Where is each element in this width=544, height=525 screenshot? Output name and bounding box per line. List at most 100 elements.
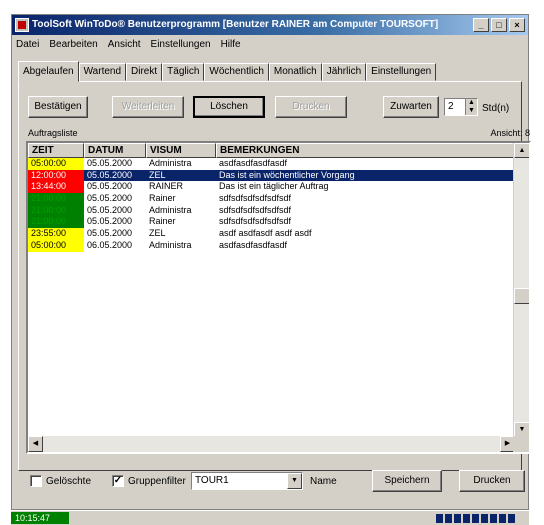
progress-block <box>472 514 479 523</box>
cell-zeit: 21:00:00 <box>28 193 84 205</box>
progress-block <box>436 514 443 523</box>
close-button[interactable]: × <box>509 18 525 32</box>
list-label: Auftragsliste <box>28 128 78 138</box>
cell-datum: 05.05.2000 <box>87 204 133 215</box>
cell-bemerkung: asdfasdfasdfasdf <box>219 158 288 168</box>
job-list[interactable]: ZEIT DATUM VISUM BEMERKUNGEN 05:00:00 05.… <box>26 141 531 454</box>
cell-bemerkung: Das ist ein täglicher Auftrag <box>219 181 329 192</box>
cell-datum: 05.05.2000 <box>87 228 133 239</box>
tab-jaehrlich[interactable]: Jährlich <box>321 63 367 81</box>
cell-datum: 05.05.2000 <box>87 193 133 204</box>
table-row[interactable]: 23:55:00 05.05.2000 ZEL asdf asdfasdf asdf … <box>28 228 514 240</box>
name-label: Name <box>310 476 337 487</box>
cell-zeit: 21:00:00 <box>28 216 84 229</box>
table-row[interactable]: 05:00:00 06.05.2000 Administra asdfasdfasdf… <box>28 239 514 252</box>
column-datum[interactable]: DATUM <box>84 143 146 158</box>
tab-direkt[interactable]: Direkt <box>126 63 163 81</box>
confirm-button[interactable]: Bestätigen <box>28 96 88 118</box>
group-select[interactable]: TOUR1 ▼ <box>191 472 303 490</box>
cell-bemerkung: sdfsdfsdfsdfsdfsdf <box>219 204 292 215</box>
menu-bar: Datei Bearbeiten Ansicht Einstellungen H… <box>12 36 528 54</box>
cell-visum: Administra <box>149 239 192 250</box>
horizontal-scrollbar[interactable]: ◀ ▶ <box>28 436 515 452</box>
cell-datum: 05.05.2000 <box>84 169 146 182</box>
deleted-checkbox-box[interactable] <box>30 475 42 487</box>
print-button[interactable]: Drucken <box>459 470 525 492</box>
spin-arrows-icon[interactable]: ▲ ▼ <box>465 99 477 115</box>
progress-block <box>454 514 461 523</box>
title-bar[interactable]: ToolSoft WinToDo® Benutzerprogramm [Benu… <box>12 15 528 35</box>
tab-taeglich[interactable]: Täglich <box>162 63 205 81</box>
groupfilter-checkbox[interactable]: ✓ Gruppenfilter <box>112 475 186 487</box>
table-row[interactable]: 21:00:00 05.05.2000 Administra sdfsdfsdfsdf… <box>28 204 514 217</box>
cell-bemerkung: sdfsdfsdfsdfsdfsdf <box>219 193 292 204</box>
cell-visum: Rainer <box>149 193 176 204</box>
cell-zeit: 05:00:00 <box>28 239 84 252</box>
tab-wartend[interactable]: Wartend <box>78 63 127 81</box>
cell-visum: Rainer <box>149 216 176 227</box>
list-header: ZEIT DATUM VISUM BEMERKUNGEN <box>28 143 514 158</box>
scroll-thumb[interactable] <box>514 288 529 304</box>
hours-unit-label: Std(n) <box>482 103 510 114</box>
progress-block <box>481 514 488 523</box>
tab-abgelaufen[interactable]: Abgelaufen <box>18 61 79 82</box>
status-clock: 10:15:47 <box>11 512 69 524</box>
table-row[interactable]: 12:00:00 05.05.2000 ZEL Das ist ein wöchent… <box>28 169 514 182</box>
cell-zeit: 12:00:00 <box>28 169 84 182</box>
menu-datei[interactable]: Datei <box>16 36 39 54</box>
cell-visum: Administra <box>149 204 192 215</box>
vertical-scrollbar[interactable]: ▲ ▼ <box>513 143 529 437</box>
maximize-button[interactable]: □ <box>491 18 507 32</box>
view-label: Ansicht: 8 <box>490 128 530 138</box>
groupfilter-checkbox-box[interactable]: ✓ <box>112 475 124 487</box>
menu-hilfe[interactable]: Hilfe <box>221 36 241 54</box>
menu-bearbeiten[interactable]: Bearbeiten <box>49 36 97 54</box>
progress-block <box>445 514 452 523</box>
cell-bemerkung: sdfsdfsdfsdfsdfsdf <box>219 216 292 227</box>
minimize-button[interactable]: _ <box>473 18 489 32</box>
table-row[interactable]: 05:00:00 05.05.2000 Administra asdfasdfasdf… <box>28 158 514 170</box>
tab-woechentlich[interactable]: Wöchentlich <box>204 63 269 81</box>
cell-visum: ZEL <box>146 169 216 182</box>
table-row[interactable]: 21:00:00 05.05.2000 Rainer sdfsdfsdfsdfsdfs… <box>28 216 514 229</box>
scroll-corner <box>513 436 529 452</box>
menu-ansicht[interactable]: Ansicht <box>108 36 141 54</box>
menu-einstellungen[interactable]: Einstellungen <box>151 36 211 54</box>
column-visum[interactable]: VISUM <box>146 143 216 158</box>
cell-zeit: 23:55:00 <box>28 228 84 240</box>
cell-zeit: 13:44:00 <box>28 181 84 194</box>
status-progress <box>436 514 515 523</box>
table-row[interactable]: 13:44:00 05.05.2000 RAINER Das ist ein tägl… <box>28 181 514 194</box>
deleted-label: Gelöschte <box>46 475 92 487</box>
hours-value: 2 <box>448 101 454 112</box>
chevron-down-icon[interactable]: ▼ <box>287 473 302 489</box>
scroll-left-icon[interactable]: ◀ <box>28 436 43 452</box>
group-select-value: TOUR1 <box>195 475 229 486</box>
save-button[interactable]: Speichern <box>372 470 442 492</box>
scroll-up-icon[interactable]: ▲ <box>514 143 529 158</box>
forward-button[interactable]: Weiterleiten <box>112 96 184 118</box>
progress-block <box>463 514 470 523</box>
progress-block <box>490 514 497 523</box>
table-row[interactable]: 21:00:00 05.05.2000 Rainer sdfsdfsdfsdfsdfs… <box>28 193 514 205</box>
print-button-top[interactable]: Drucken <box>275 96 347 118</box>
wait-button[interactable]: Zuwarten <box>383 96 439 118</box>
status-bar: 10:15:47 <box>11 511 529 525</box>
cell-bemerkung: asdfasdfasdfasdf <box>219 239 288 250</box>
scroll-down-icon[interactable]: ▼ <box>514 422 529 437</box>
progress-block <box>499 514 506 523</box>
hours-stepper[interactable]: 2 ▲ ▼ <box>444 98 478 116</box>
cell-visum: Administra <box>149 158 192 168</box>
tab-strip: Abgelaufen Wartend Direkt Täglich Wöchen… <box>18 61 437 82</box>
tab-monatlich[interactable]: Monatlich <box>268 63 322 81</box>
tab-einstellungen[interactable]: Einstellungen <box>366 63 437 81</box>
cell-visum: RAINER <box>149 181 184 192</box>
column-zeit[interactable]: ZEIT <box>28 143 84 158</box>
cell-bemerkung: asdf asdfasdf asdf asdf <box>219 228 312 239</box>
cell-bemerkung: Das ist ein wöchentlicher Vorgang <box>216 169 514 182</box>
delete-button[interactable]: Löschen <box>193 96 265 118</box>
column-bemerkungen[interactable]: BEMERKUNGEN <box>216 143 514 158</box>
app-icon[interactable] <box>15 18 29 32</box>
cell-visum: ZEL <box>149 228 166 239</box>
deleted-checkbox[interactable]: Gelöschte <box>30 475 91 487</box>
